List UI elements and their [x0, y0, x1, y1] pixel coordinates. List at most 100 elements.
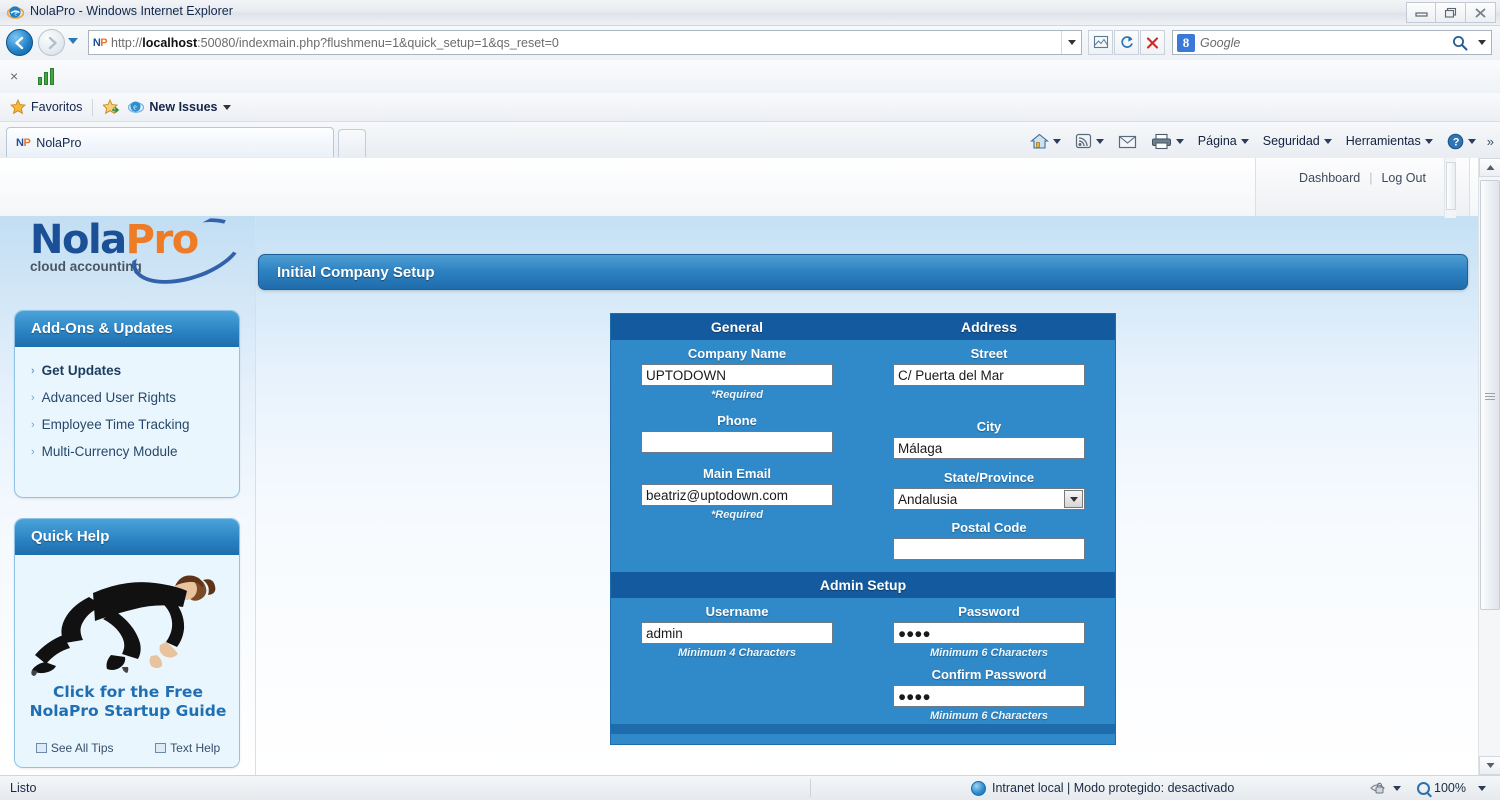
address-url-text: http://localhost:50080/indexmain.php?flu…	[111, 35, 559, 50]
home-button[interactable]	[1023, 128, 1068, 154]
state-province-select[interactable]	[893, 488, 1085, 510]
address-bar[interactable]: NP http://localhost:50080/indexmain.php?…	[88, 30, 1082, 55]
protected-mode-indicator[interactable]	[1369, 781, 1402, 796]
sidebar-item-multi-currency-module[interactable]: › Multi-Currency Module	[15, 438, 239, 465]
compatibility-view-button[interactable]	[1088, 30, 1113, 55]
logout-link[interactable]: Log Out	[1381, 171, 1425, 185]
stop-button[interactable]	[1140, 30, 1165, 55]
back-button[interactable]	[6, 29, 33, 56]
command-bar-overflow-button[interactable]: »	[1483, 134, 1494, 149]
page-title: Initial Company Setup	[258, 254, 1468, 290]
navigation-bar: NP http://localhost:50080/indexmain.php?…	[0, 26, 1500, 60]
sidebar-item-label: Multi-Currency Module	[41, 444, 178, 459]
sidebar-item-advanced-user-rights[interactable]: › Advanced User Rights	[15, 384, 239, 411]
close-button[interactable]	[1466, 2, 1496, 23]
dashboard-link[interactable]: Dashboard	[1299, 171, 1360, 185]
restore-button[interactable]	[1436, 2, 1466, 23]
favorites-bar-item-new-issues[interactable]: e New Issues	[128, 99, 231, 115]
user-links: Dashboard | Log Out	[1255, 158, 1470, 216]
field-hint: Minimum 4 Characters	[678, 647, 796, 659]
search-box[interactable]: 8 Google	[1172, 30, 1492, 55]
chevron-right-icon: ›	[31, 445, 35, 458]
scrollbar-thumb[interactable]	[1446, 162, 1456, 210]
scroll-down-button[interactable]	[1479, 756, 1500, 775]
page-scrollbar[interactable]	[1478, 158, 1500, 775]
see-all-tips-link[interactable]: See All Tips	[35, 741, 114, 755]
field-state-province: State/Province	[863, 470, 1115, 510]
scrollbar-thumb[interactable]	[1480, 180, 1500, 610]
state-province-value[interactable]	[893, 488, 1085, 510]
inner-frame-scrollbar[interactable]	[1444, 158, 1456, 218]
print-button[interactable]	[1144, 128, 1191, 154]
confirm-password-input[interactable]	[893, 685, 1085, 707]
chevron-down-icon[interactable]	[1064, 490, 1083, 508]
chevron-down-icon[interactable]	[1175, 138, 1184, 144]
chevron-down-icon	[1424, 138, 1433, 144]
menu-pagina[interactable]: Página	[1191, 128, 1256, 154]
lock-icon	[1370, 782, 1385, 793]
new-tab-button[interactable]	[338, 129, 366, 157]
field-hint: *Required	[711, 509, 763, 521]
refresh-button[interactable]	[1114, 30, 1139, 55]
chevron-down-icon[interactable]	[1052, 138, 1061, 144]
title-bar: e NolaPro - Windows Internet Explorer	[0, 0, 1500, 26]
company-name-input[interactable]	[641, 364, 833, 386]
sidebar-item-label: Employee Time Tracking	[41, 417, 190, 432]
chevron-down-icon[interactable]	[1478, 785, 1486, 791]
search-icon[interactable]	[1447, 35, 1473, 51]
zoom-level: 100%	[1434, 781, 1466, 795]
admin-setup-columns: Username Minimum 4 Characters Password M…	[611, 598, 1115, 724]
main-email-input[interactable]	[641, 484, 833, 506]
startup-guide-link[interactable]: Click for the Free NolaPro Startup Guide	[15, 683, 239, 722]
favorites-button[interactable]: Favoritos	[0, 99, 82, 115]
scroll-up-button[interactable]	[1479, 158, 1500, 177]
help-button[interactable]: ?	[1440, 128, 1483, 154]
chevron-down-icon[interactable]	[1095, 138, 1104, 144]
address-dropdown-icon[interactable]	[1061, 31, 1081, 54]
printer-icon	[1151, 133, 1171, 149]
zoom-control[interactable]: 100%	[1401, 781, 1500, 795]
street-input[interactable]	[893, 364, 1085, 386]
section-header-admin-setup: Admin Setup	[611, 572, 1115, 598]
zone-text: Intranet local | Modo protegido: desacti…	[992, 781, 1235, 795]
field-label: Confirm Password	[931, 667, 1047, 682]
minimize-button[interactable]	[1406, 2, 1436, 23]
tab-nolapro[interactable]: NP NolaPro	[6, 127, 334, 157]
feeds-button[interactable]	[1068, 128, 1111, 154]
panel-title-quick-help: Quick Help	[15, 519, 239, 555]
chevron-down-icon[interactable]	[1467, 138, 1476, 144]
chevron-right-icon: ›	[31, 418, 35, 431]
phone-input[interactable]	[641, 431, 833, 453]
form-footer	[611, 724, 1115, 734]
text-help-link[interactable]: Text Help	[155, 741, 220, 755]
rss-icon	[1075, 133, 1091, 149]
field-label: Password	[958, 604, 1020, 619]
security-zone[interactable]: Intranet local | Modo protegido: desacti…	[811, 780, 1235, 796]
sidebar-item-employee-time-tracking[interactable]: › Employee Time Tracking	[15, 411, 239, 438]
field-password: Password Minimum 6 Characters	[863, 604, 1115, 659]
city-input[interactable]	[893, 437, 1085, 459]
postal-code-input[interactable]	[893, 538, 1085, 560]
password-input[interactable]	[893, 622, 1085, 644]
username-input[interactable]	[641, 622, 833, 644]
field-label: State/Province	[943, 470, 1035, 485]
sidebar-item-get-updates[interactable]: › Get Updates	[15, 357, 239, 384]
forward-button[interactable]	[38, 29, 65, 56]
chevron-down-icon[interactable]	[222, 104, 231, 110]
chevron-down-icon[interactable]	[1393, 785, 1402, 791]
read-mail-button[interactable]	[1111, 128, 1144, 154]
add-to-favorites-bar-button[interactable]	[103, 99, 120, 115]
search-input[interactable]: Google	[1200, 36, 1447, 50]
runner-woman-illustration[interactable]	[23, 559, 233, 677]
scrollbar-grip-icon	[1485, 391, 1495, 400]
menu-herramientas[interactable]: Herramientas	[1339, 128, 1440, 154]
nolapro-logo[interactable]: NolaPro cloud accounting	[30, 220, 230, 288]
column-address: Street City State/Province	[863, 340, 1115, 562]
bar-chart-icon[interactable]	[38, 68, 54, 85]
command-bar: Página Seguridad Herramientas ? »	[1023, 126, 1494, 156]
menu-seguridad[interactable]: Seguridad	[1256, 128, 1339, 154]
page-viewport: Dashboard | Log Out NolaPro cloud accoun…	[0, 158, 1500, 775]
recent-pages-dropdown-icon[interactable]	[68, 38, 78, 44]
search-provider-dropdown-icon[interactable]	[1473, 40, 1491, 45]
close-icon[interactable]: ×	[10, 68, 18, 84]
